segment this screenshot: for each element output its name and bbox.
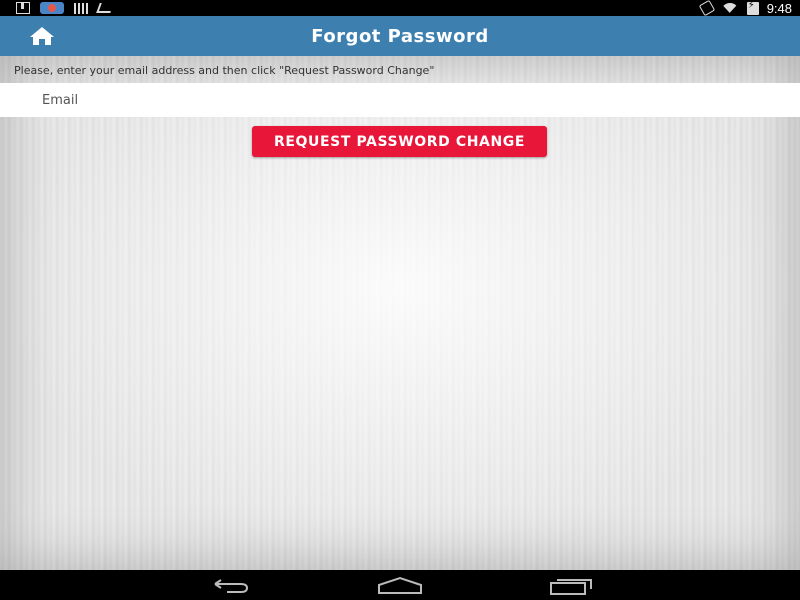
home-icon bbox=[30, 27, 54, 45]
app-bar: Forgot Password bbox=[0, 16, 800, 56]
back-icon bbox=[214, 579, 249, 593]
status-bar: 9:48 bbox=[0, 0, 800, 17]
status-time: 9:48 bbox=[766, 0, 792, 16]
download-icon bbox=[16, 2, 30, 14]
home-button[interactable] bbox=[26, 25, 58, 47]
recents-icon bbox=[550, 579, 592, 595]
home-nav-icon bbox=[378, 576, 422, 594]
forgot-password-form: Please, enter your email address and the… bbox=[0, 56, 800, 570]
home-nav-button[interactable] bbox=[376, 575, 424, 597]
request-password-change-button[interactable]: REQUEST PASSWORD CHANGE bbox=[252, 126, 547, 157]
signal-bars-icon bbox=[74, 2, 88, 14]
status-system: 9:48 bbox=[698, 0, 792, 17]
status-notifications bbox=[16, 0, 114, 16]
email-field[interactable] bbox=[0, 83, 800, 117]
wifi-icon bbox=[721, 2, 739, 14]
vibrate-mute-icon bbox=[698, 0, 715, 17]
navigation-bar bbox=[0, 570, 800, 600]
app-notification-icon bbox=[40, 2, 64, 14]
page-title: Forgot Password bbox=[311, 25, 489, 47]
recents-button[interactable] bbox=[547, 575, 595, 597]
battery-charging-icon bbox=[746, 0, 759, 15]
back-button[interactable] bbox=[205, 575, 253, 597]
airplane-notification-icon bbox=[96, 3, 114, 13]
instructions-text: Please, enter your email address and the… bbox=[14, 64, 435, 77]
